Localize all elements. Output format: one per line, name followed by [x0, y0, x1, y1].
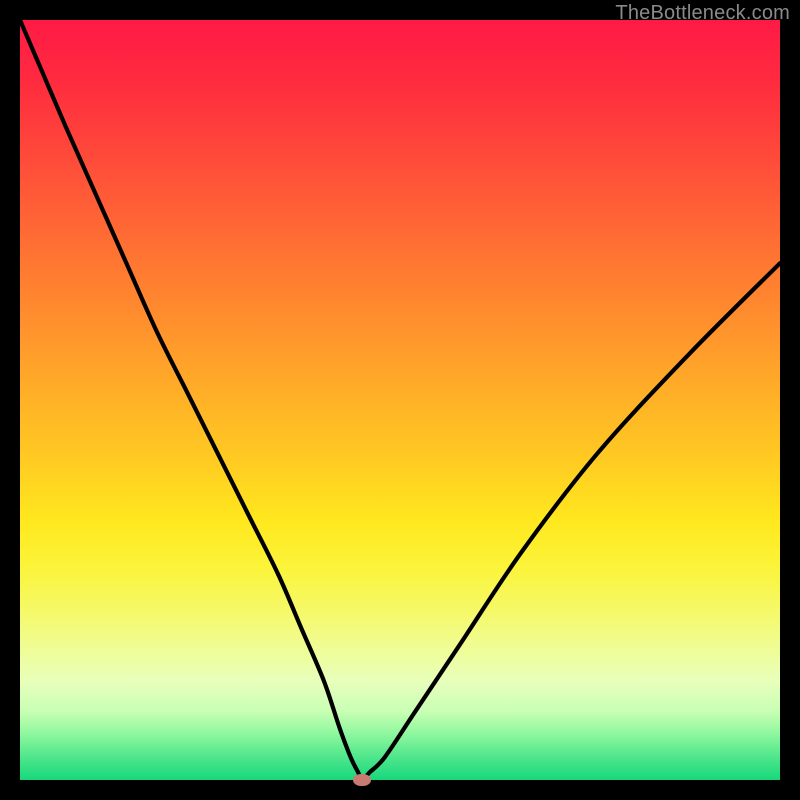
- bottleneck-curve: [20, 20, 780, 780]
- plot-area: [20, 20, 780, 780]
- optimal-point-marker: [353, 774, 371, 786]
- chart-frame: TheBottleneck.com: [0, 0, 800, 800]
